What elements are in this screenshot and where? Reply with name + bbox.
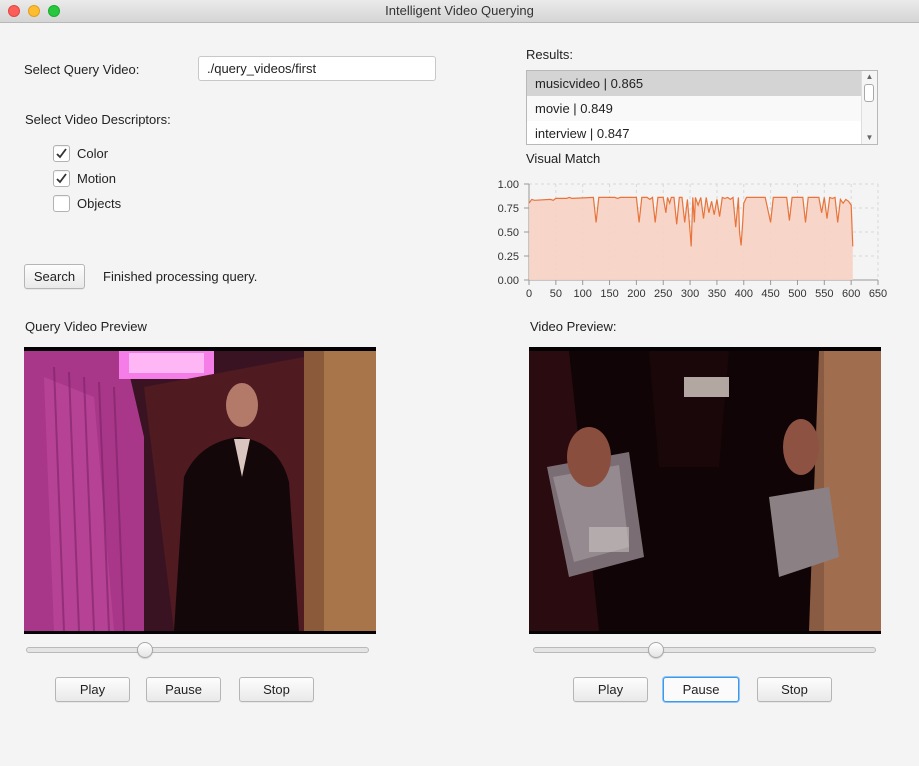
x-tick-label: 200 <box>627 288 645 300</box>
result-item[interactable]: interview | 0.847 <box>527 121 863 144</box>
scroll-up-icon[interactable]: ▲ <box>862 71 877 83</box>
preview-stop-button[interactable]: Stop <box>757 677 832 702</box>
visual-match-label: Visual Match <box>526 151 601 166</box>
x-tick-label: 450 <box>761 288 779 300</box>
y-tick-label: 0.50 <box>498 227 519 239</box>
preview-play-button[interactable]: Play <box>573 677 648 702</box>
checkmark-icon <box>56 148 67 159</box>
motion-checkbox-label: Motion <box>77 171 117 186</box>
x-tick-label: 250 <box>654 288 672 300</box>
preview-pause-button[interactable]: Pause <box>663 677 739 702</box>
visual-match-chart: 0.00 0.25 0.50 0.75 1.00 0 50 100 150 200 250 300 35… <box>490 173 890 308</box>
x-tick-label: 550 <box>815 288 833 300</box>
result-item[interactable]: musicvideo | 0.865 <box>527 71 863 96</box>
results-list[interactable]: musicvideo | 0.865 movie | 0.849 intervi… <box>526 70 878 145</box>
query-play-button[interactable]: Play <box>55 677 130 702</box>
query-pause-button[interactable]: Pause <box>146 677 221 702</box>
motion-checkbox[interactable] <box>53 170 70 187</box>
visual-match-svg: 0.00 0.25 0.50 0.75 1.00 0 50 100 150 200 250 300 35… <box>498 179 888 300</box>
x-tick-label: 300 <box>681 288 699 300</box>
x-tick-label: 600 <box>842 288 860 300</box>
scrollbar-thumb[interactable] <box>864 84 874 102</box>
y-tick-label: 0.75 <box>498 203 519 215</box>
color-checkbox[interactable] <box>53 145 70 162</box>
y-tick-label: 0.00 <box>498 275 519 287</box>
x-tick-label: 350 <box>708 288 726 300</box>
y-tick-label: 0.25 <box>498 251 519 263</box>
query-preview-label: Query Video Preview <box>25 319 147 334</box>
search-button[interactable]: Search <box>24 264 85 289</box>
query-video-image <box>24 347 376 634</box>
query-video-frame <box>24 347 376 634</box>
color-checkbox-label: Color <box>77 146 109 161</box>
query-seek-track[interactable] <box>26 647 369 653</box>
video-preview-label: Video Preview: <box>530 319 617 334</box>
y-tick-label: 1.00 <box>498 179 519 191</box>
query-video-input[interactable]: ./query_videos/first <box>198 56 436 81</box>
scroll-down-icon[interactable]: ▼ <box>862 132 877 144</box>
preview-seek-thumb[interactable] <box>647 642 664 658</box>
x-tick-label: 150 <box>600 288 618 300</box>
result-video-image <box>529 347 881 634</box>
preview-seek-track[interactable] <box>533 647 876 653</box>
title-bar: Intelligent Video Querying <box>0 0 919 23</box>
query-video-label: Select Query Video: <box>24 62 140 77</box>
x-tick-label: 650 <box>869 288 887 300</box>
results-scrollbar[interactable]: ▲ ▼ <box>861 71 877 144</box>
result-item[interactable]: movie | 0.849 <box>527 96 863 121</box>
query-seek-thumb[interactable] <box>137 642 154 658</box>
query-stop-button[interactable]: Stop <box>239 677 314 702</box>
objects-checkbox[interactable] <box>53 195 70 212</box>
objects-checkbox-label: Objects <box>77 196 122 211</box>
main-content: Select Query Video: ./query_videos/first… <box>0 23 919 766</box>
checkmark-icon <box>56 173 67 184</box>
x-tick-label: 500 <box>788 288 806 300</box>
x-tick-label: 0 <box>526 288 532 300</box>
result-video-frame <box>529 347 881 634</box>
x-tick-label: 100 <box>574 288 592 300</box>
results-label: Results: <box>526 47 573 62</box>
window-title: Intelligent Video Querying <box>385 3 534 18</box>
x-tick-label: 50 <box>550 288 562 300</box>
search-status: Finished processing query. <box>103 269 258 284</box>
x-tick-label: 400 <box>735 288 753 300</box>
descriptors-label: Select Video Descriptors: <box>25 112 171 127</box>
